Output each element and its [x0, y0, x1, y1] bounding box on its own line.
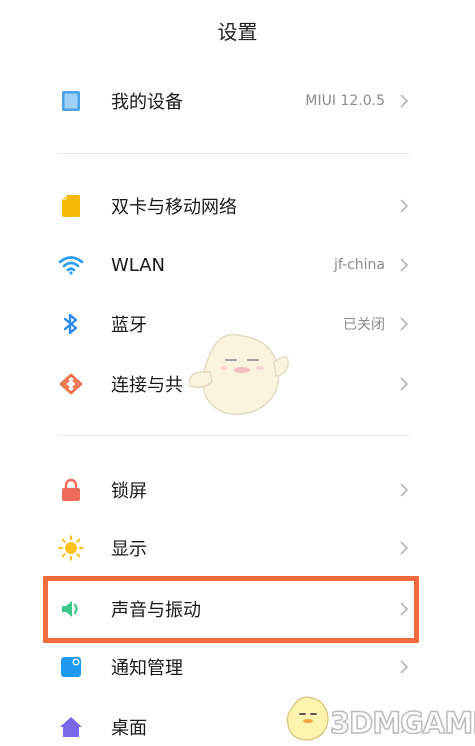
chevron-right-icon — [400, 317, 409, 331]
settings-item-dual-sim[interactable]: 双卡与移动网络 — [0, 177, 475, 235]
header: 设置 — [0, 0, 475, 60]
chevron-right-icon — [400, 541, 409, 555]
tablet-icon — [58, 88, 84, 114]
settings-item-label: 双卡与移动网络 — [111, 197, 237, 218]
page-title: 设置 — [217, 20, 258, 44]
settings-item-display[interactable]: 显示 — [0, 519, 475, 577]
sim-card-icon — [58, 193, 84, 219]
notification-icon — [58, 654, 84, 680]
home-icon — [58, 714, 84, 740]
settings-item-value: jf-china — [333, 257, 385, 273]
chevron-right-icon — [400, 483, 409, 497]
connection-sharing-icon — [58, 371, 84, 397]
settings-item-value: MIUI 12.0.5 — [305, 93, 385, 109]
chevron-right-icon — [400, 377, 409, 391]
chevron-right-icon — [400, 199, 409, 213]
watermark-logo-icon — [286, 696, 329, 741]
divider — [58, 435, 410, 436]
wifi-icon — [58, 252, 84, 278]
settings-item-wlan[interactable]: WLAN jf-china — [0, 236, 475, 294]
chevron-right-icon — [400, 258, 409, 272]
sun-icon — [58, 535, 84, 561]
watermark-mascot-icon — [188, 333, 289, 415]
divider — [58, 153, 410, 154]
highlight-box — [43, 576, 419, 643]
settings-item-label: 我的设备 — [111, 92, 183, 113]
settings-item-label: 显示 — [111, 539, 147, 560]
settings-item-label: 通知管理 — [111, 658, 183, 679]
lock-icon — [58, 477, 84, 503]
chevron-right-icon — [400, 660, 409, 674]
settings-item-label: 桌面 — [111, 718, 147, 739]
settings-item-my-device[interactable]: 我的设备 MIUI 12.0.5 — [0, 72, 475, 130]
settings-item-label: 连接与共 — [111, 375, 183, 396]
settings-item-value: 已关闭 — [343, 317, 385, 333]
bluetooth-icon — [58, 311, 84, 337]
chevron-right-icon — [400, 94, 409, 108]
settings-item-label: 蓝牙 — [111, 315, 147, 336]
settings-item-lock-screen[interactable]: 锁屏 — [0, 461, 475, 519]
settings-item-label: WLAN — [111, 254, 166, 276]
settings-item-notifications[interactable]: 通知管理 — [0, 638, 475, 696]
settings-item-label: 锁屏 — [111, 481, 147, 502]
watermark-text: 3DMGAME — [329, 705, 475, 741]
